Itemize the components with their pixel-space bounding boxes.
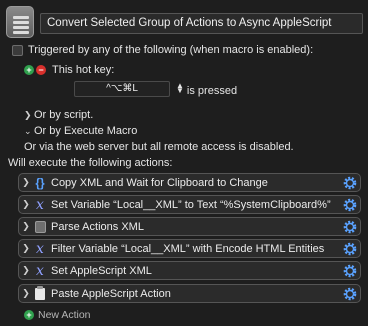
new-action-button[interactable]: + New Action xyxy=(24,309,91,321)
updown-arrows-icon: ▲ ▼ xyxy=(176,81,184,95)
action-label: Paste AppleScript Action xyxy=(51,287,171,300)
disclosure-chevron-icon[interactable]: ❯ xyxy=(19,288,33,299)
action-label: Copy XML and Wait for Clipboard to Chang… xyxy=(51,176,268,189)
hotkey-field[interactable]: ^⌥⌘L xyxy=(74,81,170,97)
disclosure-chevron-icon[interactable]: ❯ xyxy=(19,221,33,232)
macro-document-icon xyxy=(6,6,34,38)
gear-icon[interactable] xyxy=(342,175,358,191)
gear-icon[interactable] xyxy=(342,241,358,257)
add-trigger-button[interactable]: + xyxy=(24,65,34,75)
chevron-right-icon: ❯ xyxy=(24,110,32,120)
variable-x-icon: 𝑥 xyxy=(36,196,44,213)
or-by-script-label: Or by script. xyxy=(34,109,94,121)
action-label: Parse Actions XML xyxy=(51,220,144,233)
or-by-execute-macro-label: Or by Execute Macro xyxy=(34,125,138,137)
variable-x-icon: 𝑥 xyxy=(36,240,44,257)
gear-icon[interactable] xyxy=(342,219,358,235)
hotkey-mode-popup[interactable]: ▲ ▼ is pressed xyxy=(176,81,238,98)
macro-title-field[interactable]: Convert Selected Group of Actions to Asy… xyxy=(40,13,363,34)
action-row[interactable]: ❯ 𝑥 Filter Variable “Local__XML” with En… xyxy=(18,239,361,258)
action-row[interactable]: ❯ {} Copy XML and Wait for Clipboard to … xyxy=(18,173,361,192)
chevron-down-icon: ⌄ xyxy=(24,126,32,136)
hotkey-label: This hot key: xyxy=(52,64,115,76)
gear-icon[interactable] xyxy=(342,286,358,302)
triggers-enabled-label: Triggered by any of the following (when … xyxy=(28,44,314,56)
action-label: Filter Variable “Local__XML” with Encode… xyxy=(51,242,325,255)
disclosure-chevron-icon[interactable]: ❯ xyxy=(19,243,33,254)
paste-clipboard-icon xyxy=(33,285,47,301)
action-row[interactable]: ❯ Paste AppleScript Action xyxy=(18,284,361,303)
action-row[interactable]: ❯ 𝑥 Set Variable “Local__XML” to Text “%… xyxy=(18,195,361,214)
action-row[interactable]: ❯ 𝑥 Set AppleScript XML xyxy=(18,261,361,280)
or-by-execute-macro-row[interactable]: ⌄ Or by Execute Macro xyxy=(24,125,137,137)
plus-icon: + xyxy=(24,310,34,320)
triggers-enabled-checkbox[interactable] xyxy=(12,45,23,56)
disclosure-chevron-icon[interactable]: ❯ xyxy=(19,177,33,188)
or-by-script-row[interactable]: ❯ Or by script. xyxy=(24,109,93,121)
action-row[interactable]: ❯ Parse Actions XML xyxy=(18,217,361,236)
action-label: Set AppleScript XML xyxy=(51,264,152,277)
actions-header: Will execute the following actions: xyxy=(8,157,173,169)
disclosure-chevron-icon[interactable]: ❯ xyxy=(19,199,33,210)
web-server-note: Or via the web server but all remote acc… xyxy=(24,141,294,153)
gear-icon[interactable] xyxy=(342,197,358,213)
action-label: Set Variable “Local__XML” to Text “%Syst… xyxy=(51,198,331,211)
hotkey-mode-label: is pressed xyxy=(186,85,238,97)
disclosure-chevron-icon[interactable]: ❯ xyxy=(19,265,33,276)
macro-list-icon xyxy=(33,220,47,234)
gear-icon[interactable] xyxy=(342,263,358,279)
curly-braces-icon: {} xyxy=(35,175,45,190)
variable-x-icon: 𝑥 xyxy=(36,262,44,279)
remove-trigger-button[interactable]: − xyxy=(36,65,46,75)
